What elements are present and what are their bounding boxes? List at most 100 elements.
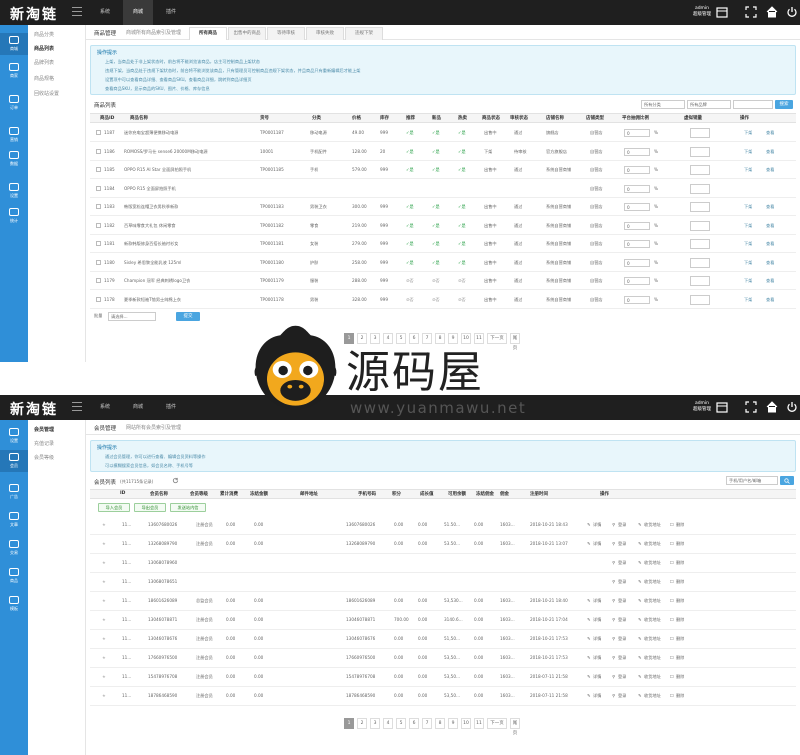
- page-link[interactable]: 7: [422, 718, 432, 729]
- nav-system[interactable]: 系统: [90, 0, 120, 25]
- cell-new[interactable]: ⊘否: [432, 278, 440, 284]
- delete-action[interactable]: 删除: [676, 579, 684, 585]
- column-header[interactable]: 店铺名称: [546, 115, 564, 121]
- nav-plugins[interactable]: 插件: [156, 395, 186, 420]
- submenu-brand[interactable]: 品牌列表: [34, 59, 54, 66]
- commission-rate-input[interactable]: 0: [624, 166, 650, 174]
- submenu-member-manage[interactable]: 会员管理: [34, 426, 54, 433]
- view-detail-action[interactable]: 详情: [593, 636, 601, 642]
- column-header[interactable]: ID: [120, 491, 125, 496]
- virtual-sales-input[interactable]: [690, 183, 710, 194]
- export-members-button[interactable]: 导出会员: [134, 503, 166, 512]
- brand-select[interactable]: 所有品牌: [687, 100, 731, 109]
- column-header[interactable]: 会员名称: [150, 491, 168, 497]
- address-action[interactable]: 收货地址: [644, 560, 661, 566]
- cell-new[interactable]: ✓是: [432, 167, 440, 173]
- table-row[interactable]: ★ 11... 13607680026 注册会员 0.00 0.00 13607680026…: [90, 516, 796, 535]
- submenu-recycle[interactable]: 回收站设置: [34, 90, 59, 97]
- sidebar-item-ads[interactable]: 广告: [0, 484, 28, 500]
- favorite-icon[interactable]: ★: [102, 560, 106, 565]
- page-current[interactable]: 1: [344, 718, 354, 729]
- category-select[interactable]: 所有分类: [641, 100, 685, 109]
- login-action[interactable]: 登录: [618, 636, 626, 642]
- address-action[interactable]: 收货地址: [644, 579, 661, 585]
- table-row[interactable]: ★ 11... 13046078871 注册会员 0.00 0.00 13046078871…: [90, 611, 796, 630]
- favorite-icon[interactable]: ★: [102, 522, 106, 527]
- column-header[interactable]: 可用余额: [448, 491, 466, 497]
- login-action[interactable]: 登录: [618, 522, 626, 528]
- commission-rate-input[interactable]: 0: [624, 277, 650, 285]
- cell-rec[interactable]: ⊘否: [406, 297, 414, 303]
- commission-rate-input[interactable]: 0: [624, 258, 650, 267]
- login-action[interactable]: 登录: [618, 617, 626, 623]
- sidebar-item-trade[interactable]: 交易: [0, 540, 28, 556]
- power-icon[interactable]: [786, 6, 798, 18]
- search-button[interactable]: [780, 476, 794, 485]
- sidebar-item-settings[interactable]: 设置: [0, 428, 28, 444]
- column-header[interactable]: 商品名称: [130, 115, 148, 121]
- cell-rec[interactable]: ✓是: [406, 260, 414, 266]
- view-detail-action[interactable]: 详情: [593, 598, 601, 604]
- login-action[interactable]: 登录: [618, 598, 626, 604]
- table-row[interactable]: ★ 11... 18786468590 注册会员 0.00 0.00 18786468590…: [90, 687, 796, 706]
- column-header[interactable]: 操作: [600, 491, 609, 497]
- cell-hot[interactable]: ✓是: [458, 149, 466, 155]
- sidebar-item-members[interactable]: 会员: [0, 450, 28, 472]
- page-link[interactable]: 2: [357, 718, 367, 729]
- view-action[interactable]: 查看: [766, 297, 774, 303]
- sidebar-item-stats[interactable]: 统计: [0, 208, 28, 224]
- delist-action[interactable]: 下架: [744, 278, 752, 284]
- table-row[interactable]: 1178 夏季新款短袖T恤男士纯棉上衣 TP0001178 男装 328.00 999 ⊘否…: [90, 291, 796, 309]
- sidebar-item-articles[interactable]: 文章: [0, 512, 28, 528]
- view-detail-action[interactable]: 详情: [593, 693, 601, 699]
- home-icon[interactable]: [766, 6, 778, 18]
- delete-action[interactable]: 删除: [676, 541, 684, 547]
- login-action[interactable]: 登录: [618, 541, 626, 547]
- page-link[interactable]: 尾页: [510, 718, 520, 736]
- page-link[interactable]: 9: [448, 718, 458, 729]
- delist-action[interactable]: 下架: [744, 223, 752, 229]
- sidebar-item-data[interactable]: 数据: [0, 151, 28, 167]
- menu-toggle-icon[interactable]: [72, 402, 82, 411]
- view-action[interactable]: 查看: [766, 260, 774, 266]
- row-checkbox[interactable]: [96, 204, 101, 209]
- delete-action[interactable]: 删除: [676, 598, 684, 604]
- page-link[interactable]: 10: [461, 718, 471, 729]
- table-row[interactable]: ★ 11... 15478976708 注册会员 0.00 0.00 15478976708…: [90, 668, 796, 687]
- delist-action[interactable]: 下架: [744, 167, 752, 173]
- view-detail-action[interactable]: 详情: [593, 655, 601, 661]
- virtual-sales-input[interactable]: [690, 128, 710, 138]
- login-action[interactable]: 登录: [618, 674, 626, 680]
- cell-rec[interactable]: ✓是: [406, 130, 414, 136]
- virtual-sales-input[interactable]: [690, 202, 710, 212]
- sidebar-item-orders[interactable]: 订单: [0, 95, 28, 111]
- app-logo[interactable]: 新淘链: [10, 399, 58, 419]
- tab-on-sale[interactable]: 出售中的商品: [228, 27, 266, 40]
- delist-action[interactable]: 下架: [744, 260, 752, 266]
- address-action[interactable]: 收货地址: [644, 522, 661, 528]
- virtual-sales-input[interactable]: [690, 239, 710, 249]
- table-row[interactable]: ★ 11... 18601626089 总监会员 0.00 0.00 18601626089…: [90, 592, 796, 611]
- commission-rate-input[interactable]: 0: [624, 203, 650, 211]
- cell-new[interactable]: ✓是: [432, 130, 440, 136]
- cell-rec[interactable]: ⊘否: [406, 278, 414, 284]
- member-search-input[interactable]: 手机/用户名/邮箱: [726, 476, 778, 485]
- virtual-sales-input[interactable]: [690, 294, 710, 305]
- view-detail-action[interactable]: 详情: [593, 674, 601, 680]
- favorite-icon[interactable]: ★: [102, 693, 106, 698]
- cell-hot[interactable]: ✓是: [458, 167, 466, 173]
- table-row[interactable]: 1185 OPPO R15 AI Star 全面屏拍照手机 TP0001185 手机 5…: [90, 161, 796, 179]
- power-icon[interactable]: [786, 401, 798, 413]
- view-action[interactable]: 查看: [766, 241, 774, 247]
- cell-new[interactable]: ✓是: [432, 260, 440, 266]
- view-action[interactable]: 查看: [766, 278, 774, 284]
- virtual-sales-input[interactable]: [690, 146, 710, 157]
- table-row[interactable]: ★ 11... 13068078960 ⚲ 登录 ✎ 收货地址 ☐ 删除: [90, 554, 796, 573]
- cell-hot[interactable]: ✓是: [458, 204, 466, 210]
- column-header[interactable]: 虚拟销量: [684, 115, 702, 121]
- tab-all-products[interactable]: 所有商品: [189, 27, 227, 40]
- row-checkbox[interactable]: [96, 241, 101, 246]
- delist-action[interactable]: 下架: [744, 297, 752, 303]
- delist-action[interactable]: 下架: [744, 149, 752, 155]
- cell-rec[interactable]: ✓是: [406, 241, 414, 247]
